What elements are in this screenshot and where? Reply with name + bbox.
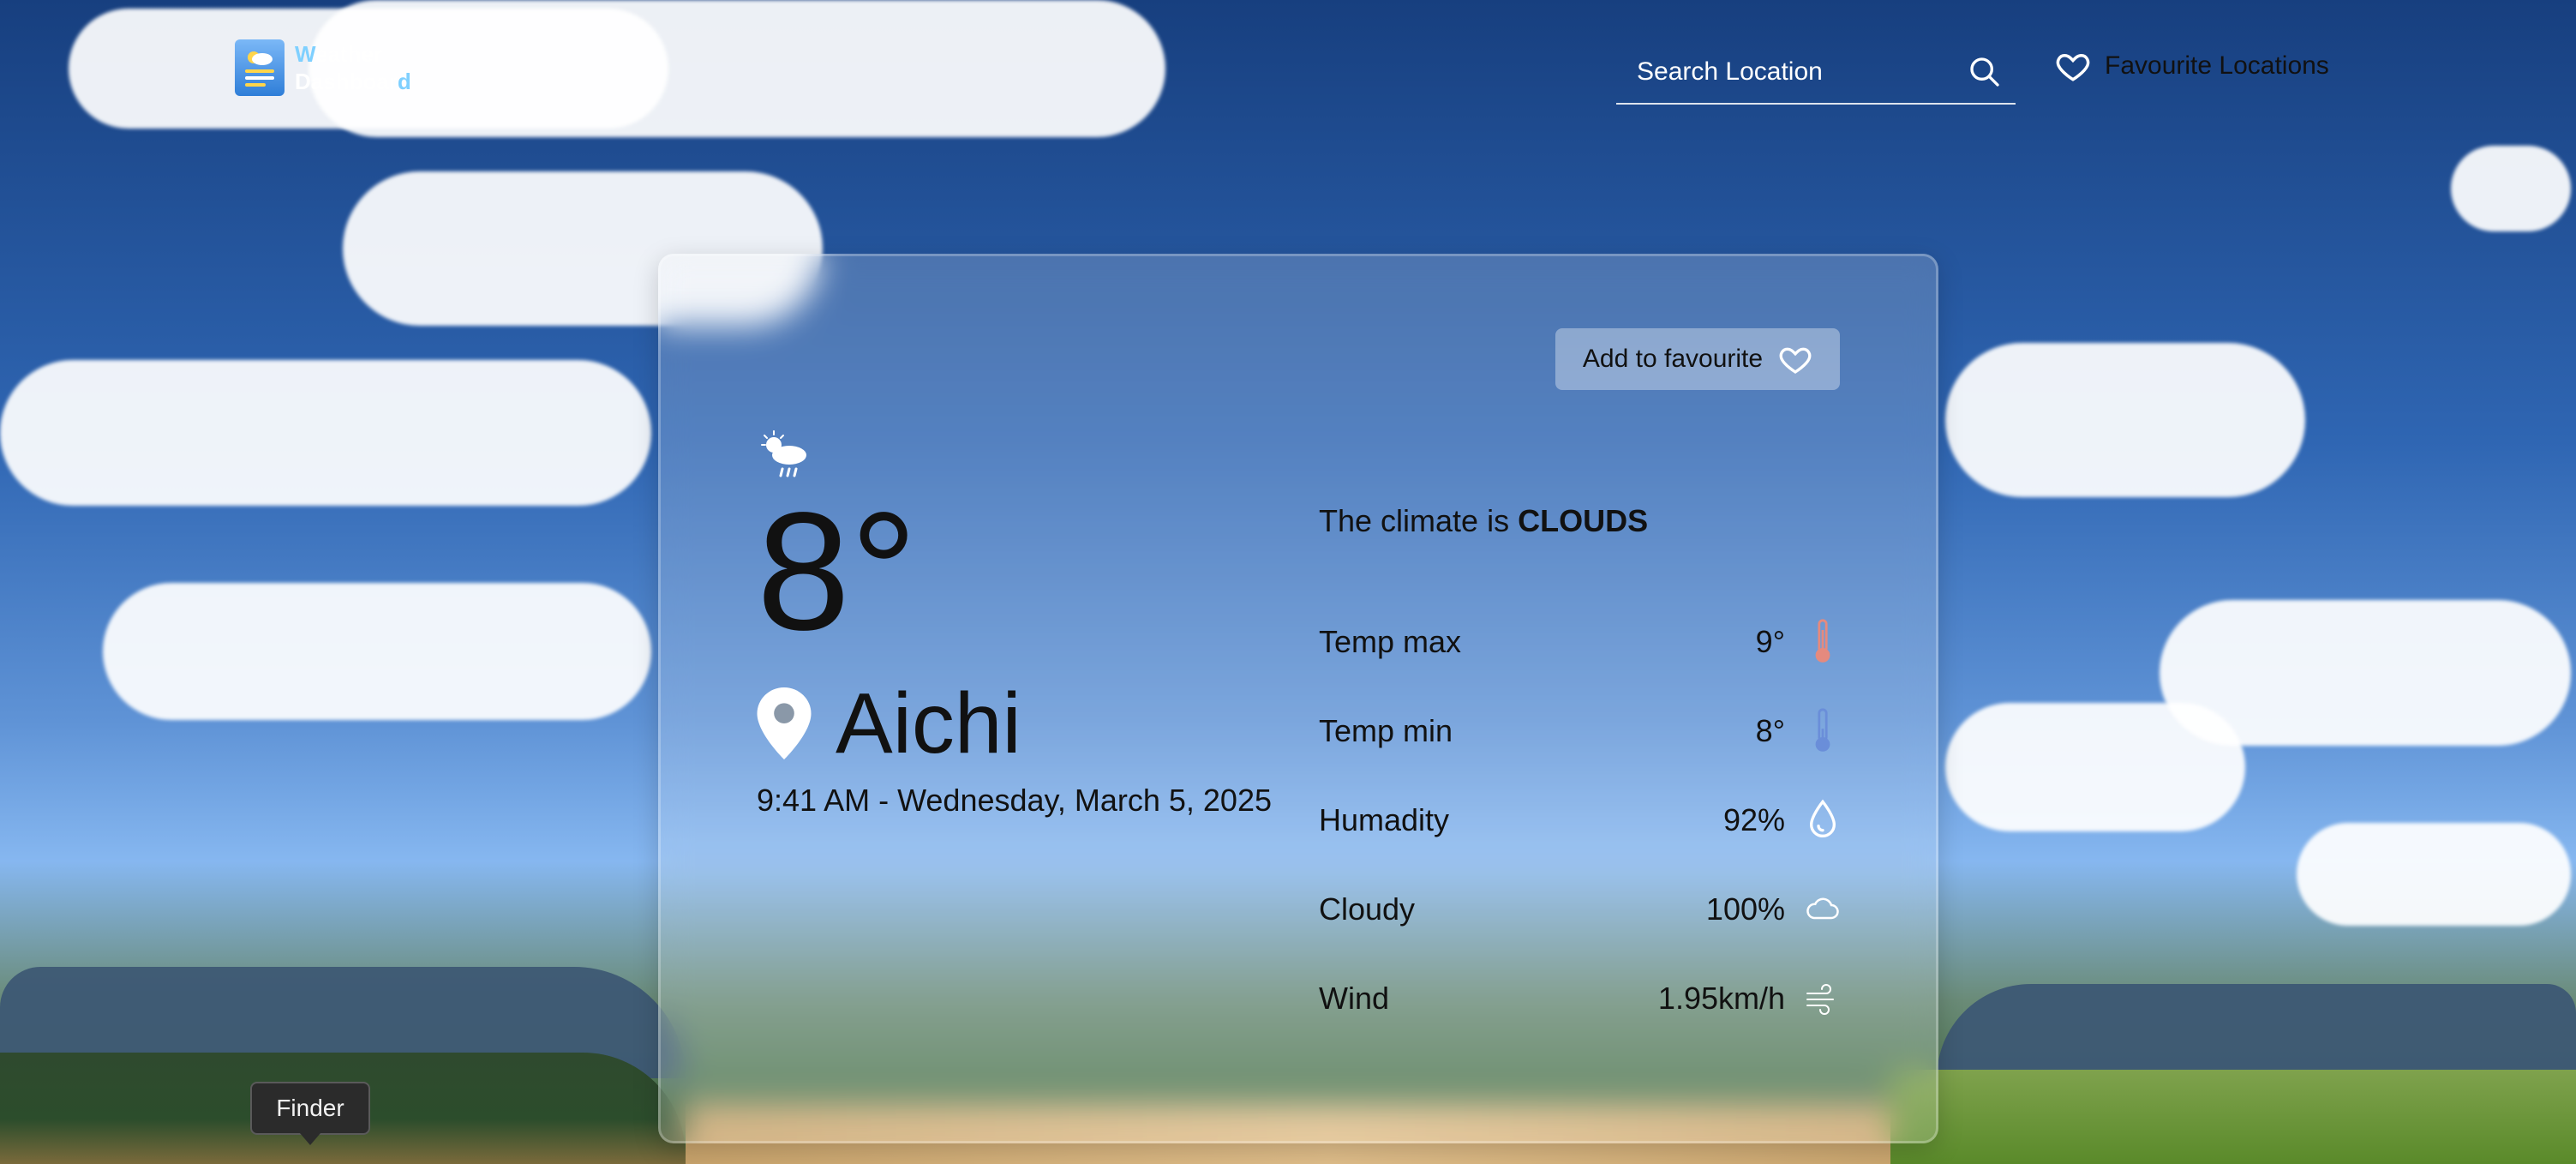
logo-letter-w: W [295,41,316,67]
search-bar [1616,41,2016,105]
climate-value: CLOUDS [1518,503,1649,538]
app-name: Weather Dashboard [295,40,411,95]
finder-tooltip: Finder [250,1082,370,1145]
stat-row-wind: Wind 1.95km/h [1319,954,1840,1043]
stat-label: Temp min [1319,713,1453,748]
cloud-shape [0,360,651,506]
stat-value: 92% [1722,802,1785,837]
search-icon[interactable] [1968,54,2002,90]
favourite-locations-label: Favourite Locations [2105,51,2329,80]
search-input[interactable] [1616,57,1968,87]
cloud-shape [1945,343,2305,497]
add-to-favourite-button[interactable]: Add to favourite [1555,328,1840,390]
thermometer-hot-icon [1806,618,1840,666]
stat-label: Humadity [1319,802,1450,837]
date-time: 9:41 AM - Wednesday, March 5, 2025 [757,783,1272,818]
stat-value: 8° [1755,713,1785,748]
map-pin-icon [757,687,812,759]
wind-icon [1806,975,1840,1023]
stat-row-cloudy: Cloudy 100% [1319,865,1840,954]
stat-row-temp-min: Temp min 8° [1319,687,1840,776]
stat-value: 100% [1705,891,1785,927]
logo-text-weather: eather [315,41,383,67]
location-row: Aichi [757,676,1021,771]
app-icon-graphic [245,51,274,87]
green-field [1890,1070,2576,1164]
app-logo[interactable]: Weather Dashboard [235,39,411,96]
heart-outline-icon [1779,347,1812,374]
stat-row-humidity: Humadity 92% [1319,776,1840,865]
logo-letter-d: d [397,69,411,94]
cloud-shape [2451,146,2571,231]
stat-label: Temp max [1319,624,1462,659]
mountain [1937,984,2576,1078]
thermometer-cold-icon [1806,707,1840,755]
favourite-locations-link[interactable]: Favourite Locations [2055,48,2329,84]
cloud-shape [2297,823,2571,926]
weather-card: Add to favourite 8° Aichi 9:41 AM - Wedn… [658,254,1938,1143]
weather-stats: Temp max 9° Temp min 8° Humadity 92% Clo… [1319,597,1840,1043]
stat-row-temp-max: Temp max 9° [1319,597,1840,687]
cloud-icon [1806,885,1840,933]
sun-cloud-rain-icon [761,430,806,477]
location-name: Aichi [836,675,1021,771]
cloud-shape [103,583,651,720]
stat-label: Wind [1319,981,1390,1016]
heart-outline-icon [2056,53,2090,81]
add-to-favourite-label: Add to favourite [1582,345,1764,373]
climate-prefix: The climate is [1319,503,1519,538]
climate-description: The climate is CLOUDS [1319,503,1648,539]
stat-value: 1.95km/h [1657,981,1785,1016]
stat-value: 9° [1755,624,1785,659]
cloud-shape [2160,600,2571,746]
weather-app-icon [235,39,285,96]
droplet-icon [1806,796,1840,844]
stat-label: Cloudy [1319,891,1416,927]
logo-text-dashboard: Dashboar [295,69,398,94]
top-header: Weather Dashboard Favourite Locations [0,0,2576,120]
current-temperature: 8° [757,477,918,665]
